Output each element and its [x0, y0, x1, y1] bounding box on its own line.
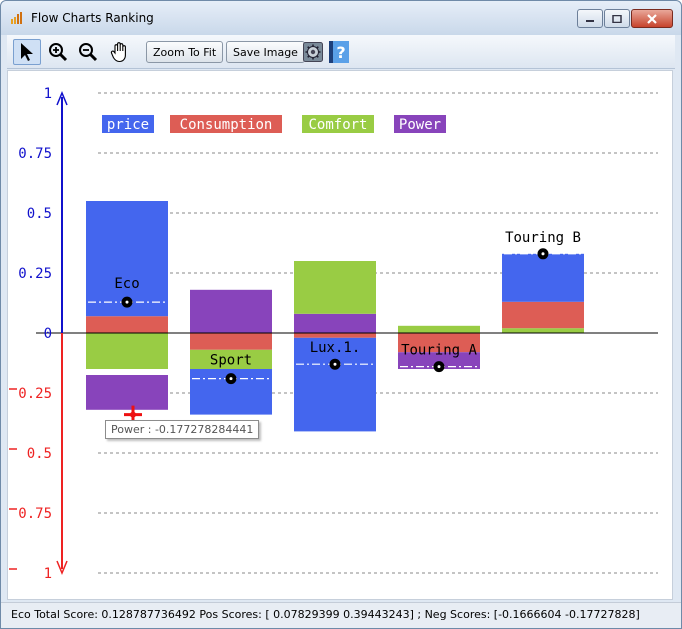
- y-tick-label: 0: [44, 326, 52, 342]
- bar-segment-consumption: [502, 301, 584, 329]
- pan-hand-icon: [110, 42, 126, 63]
- y-tick-label: 0.25: [18, 266, 52, 282]
- total-score-marker-center: [437, 365, 441, 369]
- app-window: Flow Charts Ranking Zoom To Fit Save Ima…: [0, 0, 682, 629]
- item-label: Touring B: [505, 230, 581, 246]
- y-tick-label: 0.75: [18, 506, 52, 522]
- bar-segment-comfort: [398, 325, 480, 333]
- zoom-out-button[interactable]: [75, 39, 101, 65]
- y-tick-label: 0.5: [27, 446, 52, 462]
- legend-label-consumption: Consumption: [180, 117, 273, 133]
- zoom-out-icon: [79, 43, 98, 62]
- window-title: Flow Charts Ranking: [31, 11, 154, 25]
- item-label: Touring A: [401, 343, 477, 359]
- help-button[interactable]: ?: [328, 39, 350, 65]
- status-bar: Eco Total Score: 0.128787736492 Pos Scor…: [1, 602, 681, 628]
- bar-segment-power: [190, 289, 272, 333]
- value-tooltip: Power : -0.177278284441: [105, 420, 260, 439]
- total-score-marker-center: [333, 362, 337, 366]
- pointer-tool-button[interactable]: [13, 39, 41, 65]
- zoom-to-fit-button[interactable]: Zoom To Fit: [146, 41, 224, 63]
- item-label: Sport: [210, 353, 252, 369]
- gear-icon: [303, 42, 323, 62]
- bar-segment-comfort: [294, 261, 376, 314]
- status-text: Eco Total Score: 0.128787736492 Pos Scor…: [11, 608, 640, 621]
- legend-label-price: price: [107, 117, 149, 133]
- close-button[interactable]: [631, 9, 673, 28]
- crosshair-cursor-dot: [130, 411, 136, 418]
- bar-segment-comfort: [502, 328, 584, 333]
- settings-button[interactable]: [302, 39, 324, 65]
- svg-text:?: ?: [336, 43, 345, 62]
- zoom-in-button[interactable]: [45, 39, 71, 65]
- help-icon: ?: [329, 41, 349, 63]
- bar-segment-comfort: [86, 333, 168, 369]
- toolbar: Zoom To Fit Save Image ?: [7, 35, 675, 69]
- bar-segment-power: [86, 375, 168, 410]
- bar-segment-power: [294, 313, 376, 333]
- y-tick-label: 0.75: [18, 146, 52, 162]
- y-tick-label: 0.5: [27, 206, 52, 222]
- close-icon: [647, 13, 657, 24]
- minimize-icon: [586, 19, 594, 22]
- total-score-marker-center: [541, 252, 545, 256]
- pointer-icon: [21, 43, 33, 61]
- save-image-button[interactable]: Save Image: [226, 41, 305, 63]
- zoom-in-icon: [49, 43, 68, 62]
- app-chart-icon: [11, 12, 22, 24]
- maximize-icon: [612, 14, 622, 23]
- maximize-button[interactable]: [604, 9, 630, 28]
- legend-label-power: Power: [399, 117, 441, 133]
- bar-segment-consumption: [294, 333, 376, 338]
- bar-segment-consumption: [190, 333, 272, 350]
- window-controls: [576, 9, 673, 29]
- bar-segment-consumption: [86, 316, 168, 333]
- total-score-marker-center: [229, 377, 233, 381]
- y-tick-label: 1: [44, 566, 52, 582]
- chart-area[interactable]: 1 0.75 0.5 0.25 0 0.25 0.5 0.75 1 price Consumptio…: [7, 70, 673, 600]
- ranking-chart[interactable]: 1 0.75 0.5 0.25 0 0.25 0.5 0.75 1 price Consumptio…: [8, 71, 672, 599]
- bar-segment-price: [502, 253, 584, 302]
- item-label: Eco: [114, 276, 139, 292]
- item-label: Lux.1.: [310, 340, 361, 356]
- y-tick-label: 0.25: [18, 386, 52, 402]
- legend-label-comfort: Comfort: [308, 117, 367, 133]
- pan-button[interactable]: [107, 39, 133, 65]
- y-tick-label: 1: [44, 86, 52, 102]
- minimize-button[interactable]: [577, 9, 603, 28]
- total-score-marker-center: [125, 300, 129, 304]
- title-bar[interactable]: Flow Charts Ranking: [1, 1, 681, 35]
